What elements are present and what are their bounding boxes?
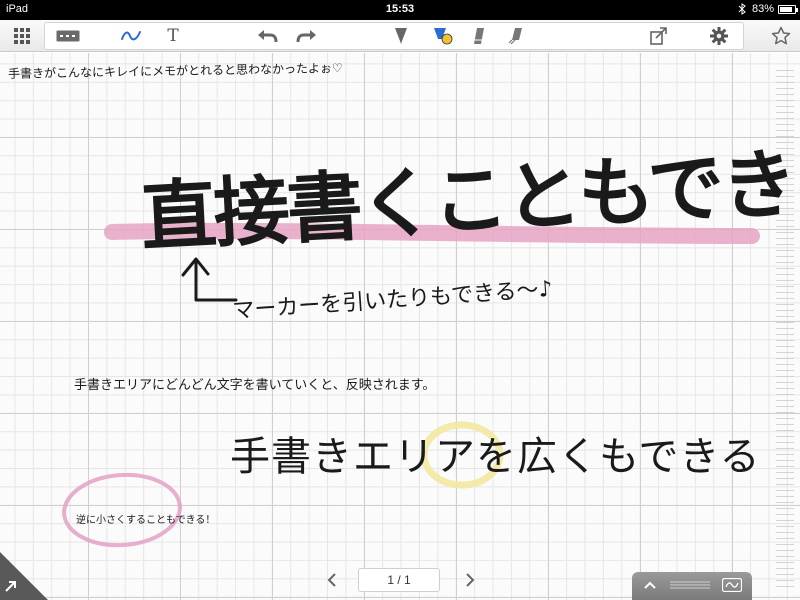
page-indicator: 1 / 1: [358, 568, 440, 592]
next-page-button[interactable]: [460, 568, 480, 592]
handwriting-mode-icon[interactable]: [722, 578, 742, 592]
pink-highlight-circle: [62, 472, 182, 548]
drag-handle-icon[interactable]: [670, 581, 710, 591]
handwritten-area-text: 手書きエリアを広くもできる: [230, 434, 761, 480]
handwriting-panel-tab[interactable]: [632, 572, 752, 600]
arrow-up-icon: [181, 257, 238, 302]
previous-page-button[interactable]: [322, 568, 342, 592]
handwritten-small-note: 逆に小さくすることもできる！: [76, 515, 216, 526]
handwritten-info-note: 手書きエリアにどんどん文字を書いていくと、反映されます。: [74, 378, 436, 393]
chevron-up-icon[interactable]: [644, 580, 656, 590]
expand-arrow-icon[interactable]: [4, 578, 18, 597]
